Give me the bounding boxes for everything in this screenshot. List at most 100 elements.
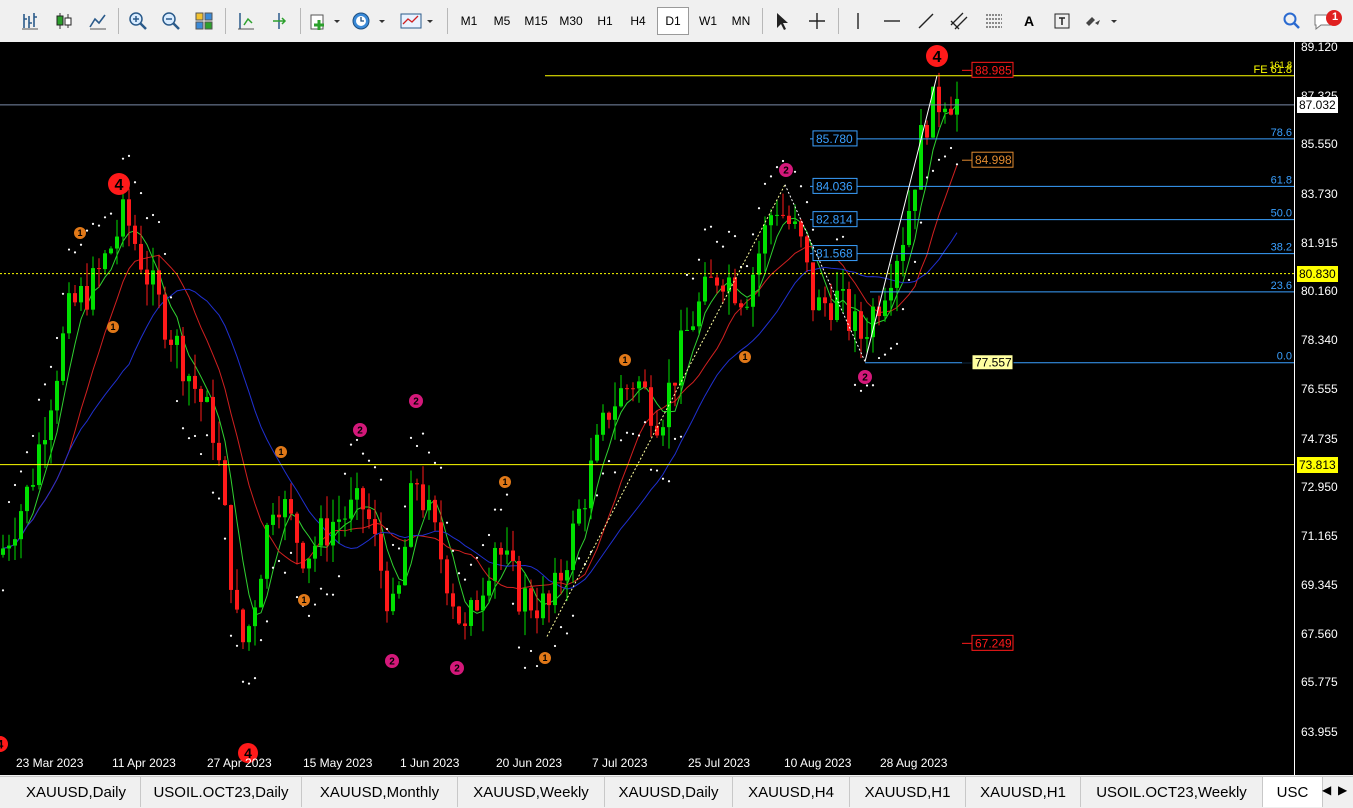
candle-body	[841, 289, 845, 291]
candle-body	[175, 335, 179, 345]
sar-dot	[421, 432, 425, 435]
sar-dot	[709, 225, 713, 228]
zoom-in-icon[interactable]	[124, 7, 152, 35]
candle	[709, 259, 713, 278]
timeframe-mn[interactable]: MN	[725, 7, 757, 35]
candle-body	[781, 214, 785, 216]
chart-tab[interactable]: XAUUSD,Weekly	[458, 777, 605, 807]
sar-dot	[877, 356, 881, 360]
trendline-icon[interactable]	[912, 7, 940, 35]
candle	[163, 286, 167, 349]
wave-label: 4	[0, 736, 8, 752]
chart-tab[interactable]: XAUUSD,Daily	[605, 777, 733, 807]
sar-dot	[697, 258, 701, 261]
candle	[367, 493, 371, 529]
chart-shift-icon[interactable]	[265, 7, 293, 35]
timeframe-d1[interactable]: D1	[657, 7, 689, 35]
candle-body	[817, 297, 821, 311]
candle-body	[799, 221, 803, 237]
candle	[691, 311, 695, 332]
text-label-icon[interactable]	[1048, 7, 1076, 35]
timeframe-m5[interactable]: M5	[486, 7, 518, 35]
toolbar-separator	[225, 8, 226, 34]
candle	[49, 399, 53, 464]
date-tick-label: 7 Jul 2023	[592, 756, 648, 770]
sar-dot	[433, 461, 437, 464]
candle-body	[73, 293, 77, 303]
timeframe-h4[interactable]: H4	[622, 7, 654, 35]
candle	[505, 527, 509, 565]
equidistant-channel-icon[interactable]	[945, 7, 973, 35]
chart-tab[interactable]: XAUUSD,H4	[733, 777, 850, 807]
chart-tab[interactable]: XAUUSD,Daily	[12, 777, 141, 807]
candlestick-chart-icon[interactable]	[50, 7, 78, 35]
candle	[847, 281, 851, 341]
sar-dot	[607, 459, 611, 463]
horizontal-line-icon[interactable]	[878, 7, 906, 35]
text-icon[interactable]: A	[1015, 7, 1043, 35]
tabs-scroll-left-icon[interactable]: ◀	[1322, 783, 1331, 797]
zoom-out-icon[interactable]	[157, 7, 185, 35]
sar-dot	[601, 472, 605, 475]
candle-body	[835, 290, 839, 321]
price-tick-label: 83.730	[1301, 186, 1338, 201]
sar-dot	[199, 452, 203, 456]
sar-dot	[343, 472, 347, 475]
candle	[595, 423, 599, 463]
candle	[307, 557, 311, 584]
periodicity-dropdown[interactable]	[350, 7, 390, 35]
fib-level-label: 38.2	[1271, 242, 1292, 254]
candle	[7, 534, 11, 561]
chart-tab[interactable]: USC	[1263, 777, 1323, 807]
templates-dropdown[interactable]	[398, 7, 438, 35]
fibonacci-icon[interactable]	[980, 7, 1008, 35]
sar-dot	[745, 264, 749, 268]
timeframe-w1[interactable]: W1	[692, 7, 724, 35]
vertical-line-icon[interactable]	[844, 7, 872, 35]
candle-body	[601, 412, 605, 435]
tabs-scroll-right-icon[interactable]: ▶	[1338, 783, 1347, 797]
indicators-dropdown[interactable]	[307, 7, 343, 35]
timeframe-m30[interactable]: M30	[555, 7, 587, 35]
bar-chart-icon[interactable]	[16, 7, 44, 35]
candle-body	[91, 268, 95, 310]
search-icon[interactable]	[1280, 7, 1304, 35]
chart-area[interactable]: 78.6 61.8 50.0 38.2 23.6 0.0 85.780 84.036 82.81…	[0, 42, 1294, 775]
timeframe-h1[interactable]: H1	[589, 7, 621, 35]
candle-body	[55, 380, 59, 411]
chart-tab[interactable]: XAUUSD,H1	[850, 777, 966, 807]
price-tick-label: 85.550	[1301, 137, 1338, 152]
candle-body	[67, 293, 71, 334]
chart-tab[interactable]: USOIL.OCT23,Daily	[141, 777, 302, 807]
candle-body	[859, 311, 863, 339]
fib-price-label: 82.814	[816, 213, 853, 227]
sar-dot	[907, 278, 911, 282]
wave-label-text: 2	[389, 657, 395, 668]
arrows-dropdown[interactable]	[1082, 7, 1122, 35]
line-chart-icon[interactable]	[84, 7, 112, 35]
tile-windows-icon[interactable]	[190, 7, 218, 35]
chart-tab[interactable]: XAUUSD,H1	[966, 777, 1081, 807]
candle-body	[421, 484, 425, 511]
candle-body	[811, 262, 815, 311]
toolbar-separator	[762, 8, 763, 34]
sar-dot	[265, 620, 269, 623]
timeframe-m15[interactable]: M15	[520, 7, 552, 35]
cursor-icon[interactable]	[768, 7, 796, 35]
chart-tab[interactable]: XAUUSD,Monthly	[302, 777, 458, 807]
notifications-icon[interactable]: 1	[1312, 7, 1344, 35]
candle-body	[757, 253, 761, 275]
timeframe-m1[interactable]: M1	[453, 7, 485, 35]
candle	[391, 577, 395, 615]
auto-scroll-icon[interactable]	[232, 7, 260, 35]
candle-body	[343, 518, 347, 520]
crosshair-icon[interactable]	[803, 7, 831, 35]
target-marker-label: 88.985	[975, 63, 1012, 77]
price-axis[interactable]: 89.12087.32585.55083.73081.91580.16078.3…	[1294, 40, 1353, 775]
chart-tab[interactable]: USOIL.OCT23,Weekly	[1081, 777, 1263, 807]
candle	[373, 499, 377, 547]
candle	[463, 612, 467, 640]
sar-dot	[757, 207, 761, 210]
candle-body	[949, 108, 953, 115]
candle	[451, 583, 455, 620]
